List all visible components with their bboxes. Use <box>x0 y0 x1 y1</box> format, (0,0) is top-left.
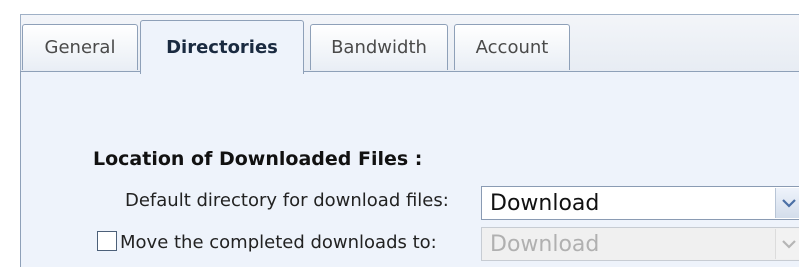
preferences-panel: General Directories Bandwidth Account Lo… <box>0 0 799 267</box>
tab-account-label: Account <box>475 37 549 58</box>
tab-general-label: General <box>44 37 116 58</box>
move-completed-checkbox[interactable] <box>97 231 117 251</box>
move-completed-value: Download <box>490 231 600 257</box>
tab-general[interactable]: General <box>22 24 138 70</box>
default-directory-value: Download <box>490 190 600 216</box>
section-title: Location of Downloaded Files : <box>93 148 423 170</box>
tab-directories-label: Directories <box>166 37 278 58</box>
tab-bandwidth-label: Bandwidth <box>331 37 427 58</box>
tab-account[interactable]: Account <box>454 24 570 70</box>
default-directory-dropdown[interactable]: Download <box>481 186 799 220</box>
default-directory-label: Default directory for download files: <box>125 190 449 211</box>
chevron-down-icon[interactable] <box>775 188 799 218</box>
tab-bandwidth[interactable]: Bandwidth <box>310 24 448 70</box>
chevron-down-icon <box>775 229 799 259</box>
move-completed-label: Move the completed downloads to: <box>120 232 437 253</box>
tab-directories[interactable]: Directories <box>140 20 304 74</box>
move-completed-dropdown[interactable]: Download <box>481 227 799 261</box>
directories-content: Location of Downloaded Files : Default d… <box>20 71 799 267</box>
